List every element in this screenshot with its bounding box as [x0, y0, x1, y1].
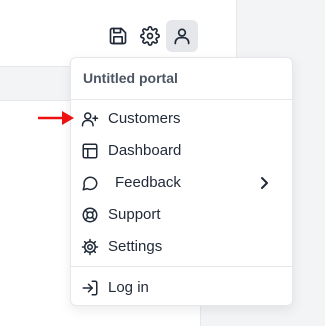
save-icon [109, 27, 127, 45]
menu-item-feedback[interactable]: Feedback [71, 169, 292, 197]
menu-item-label: Support [108, 206, 161, 223]
user-plus-icon [81, 110, 99, 128]
user-dropdown-menu: Untitled portal Customers Dashboard Feed… [70, 57, 293, 306]
user-icon [174, 28, 190, 45]
message-circle-icon [81, 174, 99, 192]
menu-item-label: Customers [108, 110, 181, 127]
menu-item-log-in[interactable]: Log in [71, 274, 292, 302]
red-pointer-arrow-icon [38, 111, 74, 125]
layout-icon [81, 142, 99, 160]
login-icon [81, 279, 99, 297]
lifebuoy-icon [81, 206, 99, 224]
gear-icon [140, 26, 160, 46]
menu-item-label: Feedback [115, 174, 181, 191]
menu-item-label: Log in [108, 279, 149, 296]
menu-item-label: Settings [108, 238, 163, 255]
save-button[interactable] [102, 20, 134, 52]
menu-divider [71, 266, 292, 267]
chevron-right-icon [256, 174, 272, 192]
menu-item-settings[interactable]: Settings [71, 233, 292, 261]
menu-item-customers[interactable]: Customers [71, 105, 292, 133]
menu-divider [71, 99, 292, 100]
gear-icon [81, 238, 99, 256]
menu-item-dashboard[interactable]: Dashboard [71, 137, 292, 165]
portal-title: Untitled portal [83, 70, 178, 86]
menu-item-support[interactable]: Support [71, 201, 292, 229]
menu-item-label: Dashboard [108, 142, 182, 159]
settings-button[interactable] [134, 20, 166, 52]
user-menu-button[interactable] [166, 20, 198, 52]
